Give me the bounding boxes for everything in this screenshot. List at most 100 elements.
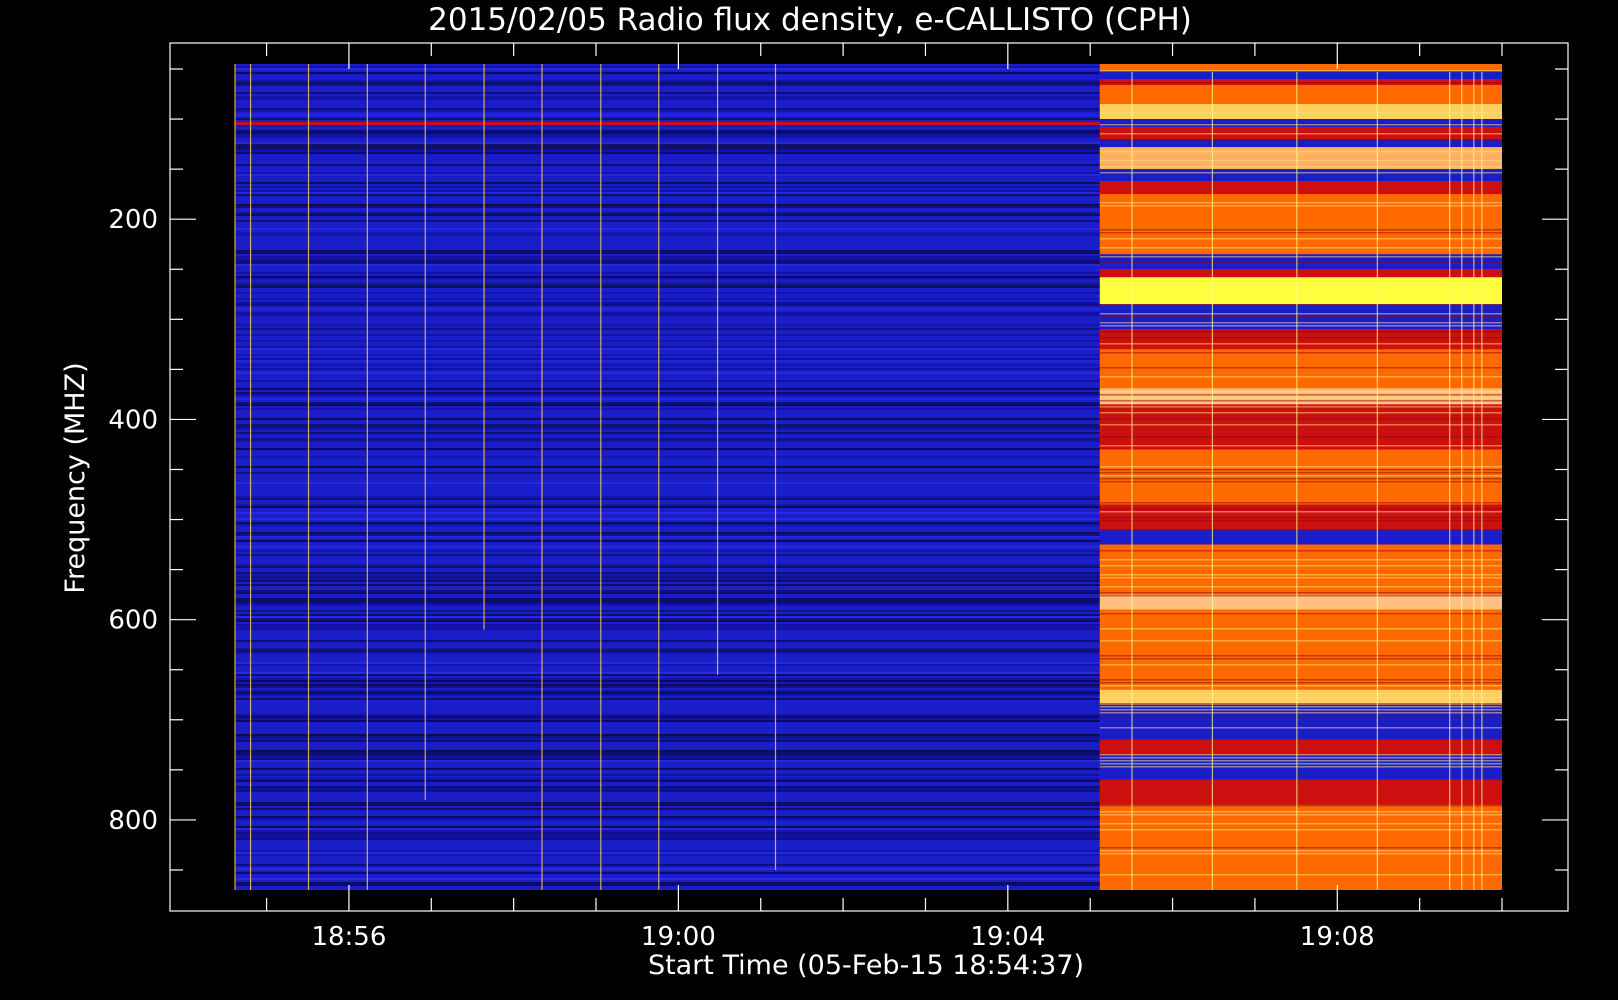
intensity-stripe: [1099, 322, 1502, 324]
background-band: [235, 448, 1100, 450]
background-band: [235, 426, 1100, 428]
background-band: [235, 690, 1100, 692]
background-band: [235, 346, 1100, 348]
background-band: [235, 592, 1100, 594]
background-band: [235, 250, 1100, 252]
intensity-stripe: [1099, 424, 1502, 426]
intensity-stripe: [1099, 139, 1502, 141]
background-band: [235, 584, 1100, 586]
intensity-stripe: [1099, 766, 1502, 768]
intensity-stripe: [1099, 466, 1502, 468]
intensity-stripe: [1099, 406, 1502, 408]
background-band: [235, 252, 1100, 254]
intensity-stripe: [1099, 559, 1502, 561]
background-band: [235, 512, 1100, 514]
background-band: [235, 82, 1100, 84]
background-band: [235, 614, 1100, 616]
background-band: [235, 738, 1100, 740]
background-band: [235, 206, 1100, 208]
intensity-stripe: [1099, 760, 1502, 762]
intensity-stripe: [1099, 376, 1502, 378]
y-tick-label: 800: [108, 806, 158, 836]
background-band: [235, 720, 1100, 722]
background-band: [235, 834, 1100, 836]
background-band: [235, 164, 1100, 166]
intensity-stripe: [1099, 160, 1502, 162]
background-band: [235, 108, 1100, 110]
intensity-stripe: [1099, 565, 1502, 567]
background-band: [235, 854, 1100, 856]
background-band: [235, 136, 1100, 138]
intensity-stripe: [1099, 664, 1502, 666]
background-band: [235, 388, 1100, 390]
x-axis-label: Start Time (05-Feb-15 18:54:37): [648, 950, 1084, 981]
background-band: [235, 624, 1100, 626]
intensity-stripe: [1099, 814, 1502, 816]
background-band: [235, 380, 1100, 382]
background-band: [235, 482, 1100, 484]
intensity-stripe: [1099, 82, 1502, 84]
background-band: [235, 828, 1100, 830]
background-band: [235, 118, 1100, 120]
background-band: [235, 780, 1100, 782]
background-band: [235, 602, 1100, 604]
intensity-stripe: [1099, 247, 1502, 249]
intensity-stripe: [1099, 517, 1502, 519]
intensity-stripe: [1099, 502, 1502, 504]
background-band: [235, 554, 1100, 556]
background-band: [235, 600, 1100, 602]
background-band: [235, 740, 1100, 742]
intensity-stripe: [1099, 304, 1502, 306]
background-band: [235, 432, 1100, 434]
background-band: [235, 132, 1100, 134]
intensity-stripe: [1099, 640, 1502, 642]
intensity-stripe: [1099, 445, 1502, 447]
intensity-stripe: [1099, 550, 1502, 552]
background-band: [235, 392, 1100, 394]
plot-area: [234, 64, 1502, 890]
background-band: [235, 882, 1100, 884]
intensity-band: [1099, 277, 1502, 305]
intensity-stripe: [1099, 574, 1502, 576]
intensity-stripe: [1099, 850, 1502, 852]
background-band: [235, 328, 1100, 330]
background-band: [235, 404, 1100, 406]
intensity-stripe: [1099, 679, 1502, 681]
intensity-stripe: [1099, 475, 1502, 477]
background-band: [235, 648, 1100, 650]
background-band: [235, 110, 1100, 112]
background-band: [235, 204, 1100, 206]
background-band: [235, 574, 1100, 576]
intensity-stripe: [1099, 316, 1502, 318]
background-band: [235, 214, 1100, 216]
intensity-stripe: [1099, 478, 1502, 480]
background-band: [235, 130, 1100, 132]
intensity-stripe: [1099, 313, 1502, 315]
intensity-stripe: [1099, 595, 1502, 597]
background-band: [235, 334, 1100, 336]
intensity-stripe: [1099, 412, 1502, 414]
intensity-stripe: [1099, 436, 1502, 438]
intensity-stripe: [1099, 367, 1502, 369]
intensity-stripe: [1099, 232, 1502, 234]
background-band: [235, 718, 1100, 720]
intensity-stripe: [1099, 469, 1502, 471]
background-band: [235, 148, 1100, 150]
background-band: [235, 694, 1100, 696]
background-band: [235, 428, 1100, 430]
background-band: [235, 836, 1100, 838]
interference-line: [235, 122, 1100, 126]
background-band: [235, 360, 1100, 362]
intensity-stripe: [1099, 205, 1502, 207]
background-band: [235, 278, 1100, 280]
x-tick-label: 19:08: [1300, 922, 1375, 952]
background-band: [235, 98, 1100, 100]
background-band: [235, 598, 1100, 600]
chart-title: 2015/02/05 Radio flux density, e-CALLIST…: [428, 2, 1192, 38]
background-band: [235, 550, 1100, 552]
background-band: [235, 580, 1100, 582]
background-band: [235, 256, 1100, 258]
intensity-stripe: [1099, 133, 1502, 135]
intensity-stripe: [1099, 391, 1502, 393]
intensity-stripe: [1099, 811, 1502, 813]
